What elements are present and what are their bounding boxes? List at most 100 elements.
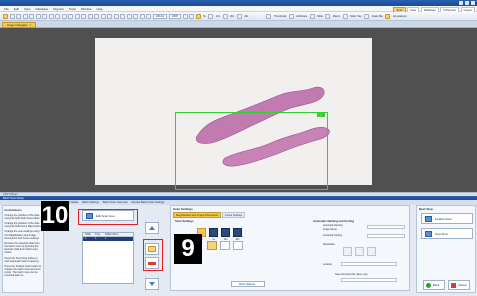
mag-10x-button[interactable] — [208, 13, 214, 19]
image-name-field[interactable] — [367, 225, 405, 229]
save-copy-field[interactable] — [341, 278, 397, 282]
slide-tray-toggle-icon[interactable] — [342, 13, 348, 19]
tool-record-icon[interactable] — [146, 13, 151, 19]
scan-area-rectangle[interactable] — [175, 112, 328, 190]
instruction-text: Press the Finalize Scan button to releas… — [4, 265, 42, 278]
slide-toggle-icon[interactable] — [309, 13, 315, 19]
row-slide: 1 — [85, 237, 87, 241]
mag-5x-label: 5x — [203, 14, 206, 18]
scale-bar-toggle-icon[interactable] — [364, 13, 370, 19]
tool-snap-icon[interactable] — [139, 13, 145, 19]
table-row[interactable]: 1 1 1 — [83, 237, 133, 241]
tool-info-icon[interactable] — [113, 13, 119, 19]
attributes-toggle-icon[interactable] — [288, 13, 294, 19]
location-field[interactable] — [341, 262, 397, 266]
brightfield-mode-button[interactable] — [207, 241, 217, 250]
move-down-button[interactable] — [145, 278, 159, 290]
batch-scan-panel: Batch Scan Setup Scan Nodes Batch Settin… — [0, 196, 477, 296]
back-label: Back — [433, 283, 440, 287]
tool-count-icon[interactable] — [74, 13, 80, 19]
tool-fit-icon[interactable] — [126, 13, 132, 19]
tool-ellipse-icon[interactable] — [48, 13, 54, 19]
step-review-settings[interactable]: Review Batch Scan Settings — [132, 201, 165, 204]
menu-help[interactable]: Help — [97, 7, 103, 11]
tool-rotate-icon[interactable] — [22, 13, 28, 19]
macro-toggle-label: Macro — [332, 14, 341, 18]
automatic-sorting-field[interactable] — [367, 234, 405, 238]
arrow-down-icon — [149, 282, 155, 286]
mag-5x-button[interactable] — [195, 13, 201, 19]
close-button[interactable] — [471, 1, 475, 5]
tool-rect-icon[interactable] — [42, 13, 47, 19]
minimize-button[interactable] — [459, 1, 463, 5]
back-button[interactable]: Back — [423, 280, 445, 290]
tool-polygon-icon[interactable] — [55, 13, 60, 19]
step-batch-scan-overview[interactable]: Batch Scan Overview — [103, 201, 128, 204]
menu-tools[interactable]: Tools — [69, 7, 76, 11]
tool-layers-icon[interactable] — [120, 13, 125, 19]
macro-toggle-icon[interactable] — [325, 13, 331, 19]
next-step-heading: Next Step — [419, 207, 433, 211]
finalize-scan-button[interactable]: Finalize Scan — [421, 213, 473, 224]
thumbnail-toggle-icon[interactable] — [266, 13, 272, 19]
step-batch-settings[interactable]: Batch Settings — [82, 201, 99, 204]
zoom-dpi-select[interactable]: 100 dpi — [152, 13, 168, 19]
annotations-toggle-icon[interactable] — [385, 13, 391, 19]
menu-reports[interactable]: Reports — [53, 7, 64, 11]
instructions-heading: Instructions — [4, 207, 22, 212]
mag-40x-label: 40x — [244, 14, 249, 18]
automatic-sorting-label: Automatic Sorting — [323, 234, 342, 237]
tab-focus-settings[interactable]: Focus Settings — [222, 212, 246, 218]
menu-edit[interactable]: Edit — [14, 7, 19, 11]
zoom-out-icon[interactable] — [182, 13, 188, 19]
scan-area-handle[interactable]: + — [317, 113, 325, 117]
move-up-button[interactable] — [145, 222, 159, 234]
tool-color-icon[interactable] — [81, 13, 86, 19]
mag-20x-button[interactable] — [222, 13, 228, 19]
tool-print-icon[interactable] — [100, 13, 106, 19]
objective-4x-button[interactable] — [209, 228, 218, 237]
tool-settings-icon[interactable] — [107, 13, 112, 19]
cancel-icon — [451, 282, 456, 288]
maximize-button[interactable] — [465, 1, 469, 5]
toolbar: 100 dpi 100% 5x 10x 20x 40x Thumbnail At… — [0, 12, 477, 21]
annotations-toggle-label: Annotations — [392, 14, 407, 18]
objective-20x-button[interactable] — [233, 228, 242, 237]
scan-settings-section-label: Scan Settings — [175, 219, 194, 223]
cancel-button[interactable]: Cancel — [448, 280, 470, 290]
menu-view[interactable]: View — [24, 7, 30, 11]
next-step-panel: Next Step Finalize Scan Scan Now Back Ca… — [416, 205, 476, 293]
scan-now-button[interactable]: Scan Now — [421, 228, 473, 239]
menu-file[interactable]: File — [4, 7, 9, 11]
document-tab-strip: Image Navigator × — [0, 21, 477, 28]
finalize-scan-label: Finalize Scan — [435, 216, 452, 221]
objective-10x-button[interactable] — [221, 228, 230, 237]
tool-measure-icon[interactable] — [29, 13, 34, 19]
cancel-label: Cancel — [458, 283, 467, 287]
tool-arrow-icon[interactable] — [68, 13, 73, 19]
stack-mode-button[interactable] — [233, 241, 243, 250]
tool-select-icon[interactable] — [3, 13, 8, 19]
tool-crop-icon[interactable] — [133, 13, 138, 19]
zoom-level-select[interactable]: 100% — [168, 13, 182, 19]
tile-mode-button[interactable] — [220, 241, 230, 250]
zoom-in-icon[interactable] — [189, 13, 195, 19]
tool-export-icon[interactable] — [94, 13, 99, 19]
scan-list-table[interactable]: Slide Tray Slide Name 1 1 1 — [82, 232, 134, 284]
tool-pan-icon[interactable] — [9, 13, 15, 19]
menu-database[interactable]: Database — [35, 7, 48, 11]
menu-window[interactable]: Window — [81, 7, 92, 11]
instruction-text: Press the Scan Now button to start autom… — [4, 256, 40, 263]
scan-now-icon — [425, 230, 432, 237]
tab-magnification-documents[interactable]: Magnification and Image Documents — [173, 212, 222, 218]
tool-grid-icon[interactable] — [87, 13, 93, 19]
tool-zoom-icon[interactable] — [16, 13, 21, 19]
mag-40x-button[interactable] — [236, 13, 242, 19]
tool-line-icon[interactable] — [35, 13, 41, 19]
tool-text-icon[interactable] — [61, 13, 67, 19]
more-options-button[interactable]: More Options... — [231, 281, 265, 287]
close-tab-icon[interactable]: × — [30, 23, 32, 27]
slide-viewer[interactable]: + 2 mm — [0, 28, 477, 213]
automatic-naming-label: Automatic Naming — [323, 224, 343, 227]
attributes-toggle-label: Attributes — [296, 14, 308, 18]
